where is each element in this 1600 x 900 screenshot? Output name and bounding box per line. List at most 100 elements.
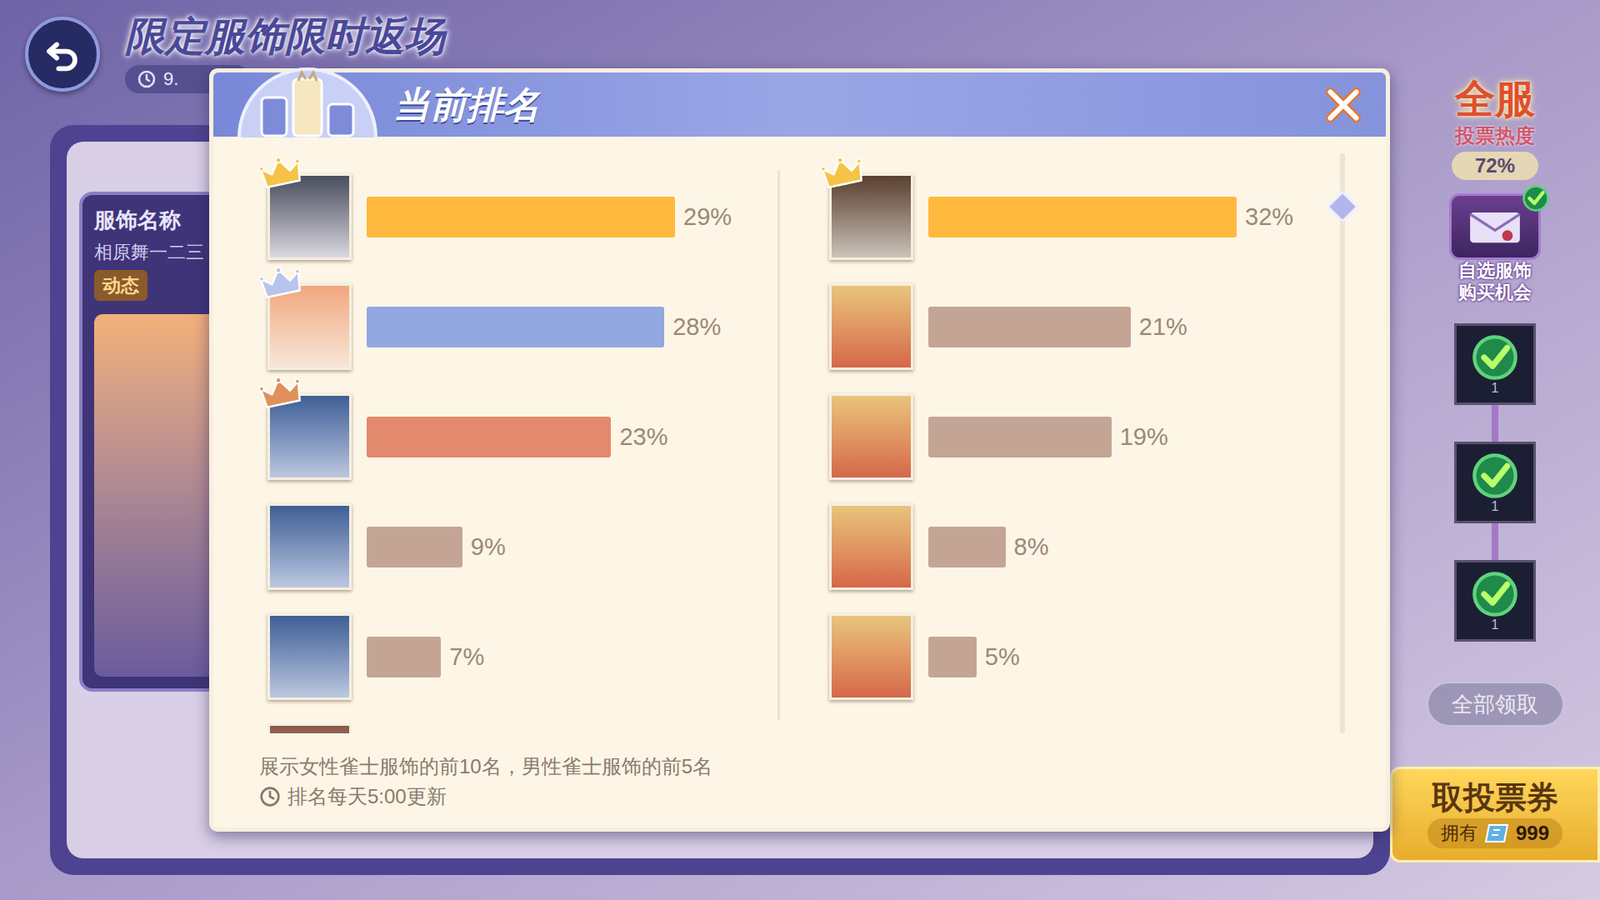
- reward-step: 1: [1454, 523, 1536, 642]
- male-ranking: 32% 21% 19% 8% 5%: [829, 173, 1340, 724]
- back-button[interactable]: [25, 16, 100, 92]
- bonus-chance[interactable]: [1449, 193, 1541, 260]
- reward-slot[interactable]: 1: [1454, 441, 1536, 524]
- vote-percent: 9%: [470, 535, 506, 560]
- check-icon: [1470, 333, 1520, 382]
- ranking-row-partial: [267, 723, 778, 734]
- close-icon: [1323, 85, 1364, 125]
- track-line: [1491, 405, 1499, 442]
- vote-bar: [366, 306, 665, 348]
- bonus-label: 自选服饰购买机会: [1455, 260, 1535, 304]
- reward-step: 1: [1454, 323, 1536, 405]
- vote-percent: 28%: [672, 315, 721, 340]
- ranking-row: 21%: [829, 283, 1340, 370]
- vote-bar: [928, 416, 1112, 458]
- ticket-label: 取投票券: [1431, 781, 1559, 814]
- outfit-avatar: [267, 503, 352, 590]
- check-icon: [1470, 451, 1520, 500]
- vote-bar: [928, 636, 977, 678]
- podium-cat-icon: [228, 64, 387, 138]
- event-title: 限定服饰限时返场: [125, 16, 445, 57]
- ranking-row: 19%: [829, 393, 1340, 480]
- vote-percent: 32%: [1245, 205, 1294, 230]
- timer-text: 9.: [163, 70, 179, 89]
- outfit-avatar: [829, 283, 914, 370]
- side-subtitle: 投票热度: [1455, 123, 1535, 149]
- reward-count: 1: [1491, 381, 1500, 395]
- clock-icon: [259, 785, 281, 808]
- female-ranking: 29% 28% 23% 9% 7%: [267, 173, 778, 734]
- reward-slot[interactable]: 1: [1454, 560, 1536, 642]
- bonus-claimed-badge: [1521, 184, 1550, 213]
- ranking-row: 8%: [829, 503, 1340, 590]
- vote-bar: [928, 526, 1006, 568]
- scrollbar[interactable]: [1340, 153, 1345, 734]
- close-button[interactable]: [1321, 83, 1365, 127]
- dialog-header: 当前排名: [213, 72, 1386, 137]
- vote-bar: [366, 196, 675, 238]
- ticket-icon: [1484, 823, 1510, 844]
- outfit-avatar: [829, 393, 914, 480]
- card-tag: 动态: [94, 270, 148, 301]
- vote-bar: [928, 196, 1237, 238]
- vote-percent: 8%: [1014, 535, 1050, 560]
- reward-step: 1: [1454, 405, 1536, 524]
- outfit-avatar: [829, 503, 914, 590]
- ranking-scope-note: 展示女性雀士服饰的前10名，男性雀士服饰的前5名: [259, 751, 1386, 782]
- reward-count: 1: [1491, 500, 1500, 514]
- clock-icon: [136, 69, 157, 90]
- crown-icon: [819, 151, 867, 192]
- crown-icon: [257, 371, 305, 412]
- ranking-row: 28%: [267, 283, 778, 370]
- update-time-text: 排名每天5:00更新: [287, 781, 447, 812]
- vote-percent: 19%: [1120, 425, 1169, 450]
- crown-icon: [257, 261, 305, 302]
- check-icon: [1521, 184, 1550, 213]
- claim-all-button[interactable]: 全部领取: [1426, 681, 1565, 727]
- reward-count: 1: [1491, 618, 1500, 632]
- outfit-avatar: [267, 723, 352, 734]
- outfit-avatar: [829, 173, 914, 260]
- vote-percent: 21%: [1139, 315, 1188, 340]
- side-panel: 全服投票热度72% 自选服饰购买机会 1 1 1 全部领取取投票券拥有 999: [1390, 0, 1600, 900]
- ranking-row: 32%: [829, 173, 1340, 260]
- back-arrow-icon: [43, 35, 82, 74]
- outfit-avatar: [267, 393, 352, 480]
- vote-bar: [366, 416, 611, 458]
- envelope-icon: [1468, 208, 1522, 245]
- vote-percent: 7%: [449, 645, 485, 670]
- dialog-title: 当前排名: [393, 86, 540, 124]
- outfit-avatar: [267, 283, 352, 370]
- ranking-row: 29%: [267, 173, 778, 260]
- heat-value: 72%: [1451, 151, 1539, 180]
- crown-icon: [257, 151, 305, 192]
- game-screen: 限定服饰限时返场9.服饰名称相原舞一二三动态全服投票热度72%自选服饰购买机会1…: [0, 0, 1600, 900]
- outfit-avatar: [267, 613, 352, 700]
- ranking-row: 5%: [829, 613, 1340, 700]
- vote-percent: 5%: [985, 645, 1020, 670]
- vote-percent: 29%: [683, 205, 732, 230]
- owned-value: 999: [1515, 818, 1550, 849]
- male-column: 32% 21% 19% 8% 5%: [780, 173, 1340, 734]
- reward-track: 1 1 1: [1454, 323, 1536, 642]
- ranking-area: 29% 28% 23% 9% 7% 32% 21% 19% 8% 5%: [213, 136, 1386, 734]
- owned-label: 拥有: [1440, 819, 1478, 847]
- ranking-row: 7%: [267, 613, 778, 700]
- track-line: [1491, 523, 1499, 560]
- dialog-footer: 展示女性雀士服饰的前10名，男性雀士服饰的前5名排名每天5:00更新: [213, 733, 1386, 812]
- outfit-avatar: [267, 173, 352, 260]
- vote-bar: [366, 636, 441, 678]
- reward-slot[interactable]: 1: [1454, 323, 1536, 405]
- vote-bar: [366, 526, 463, 568]
- outfit-avatar: [829, 613, 914, 700]
- side-title: 全服: [1455, 75, 1535, 124]
- vote-percent: 23%: [619, 425, 668, 450]
- female-column: 29% 28% 23% 9% 7%: [213, 173, 778, 734]
- ticket-count: 拥有 999: [1427, 818, 1563, 849]
- ranking-row: 9%: [267, 503, 778, 590]
- ticket-panel[interactable]: 取投票券拥有 999: [1390, 766, 1600, 863]
- ranking-row: 23%: [267, 393, 778, 480]
- update-note: 排名每天5:00更新: [259, 781, 1386, 812]
- check-icon: [1470, 570, 1520, 619]
- scroll-thumb[interactable]: [1325, 190, 1360, 224]
